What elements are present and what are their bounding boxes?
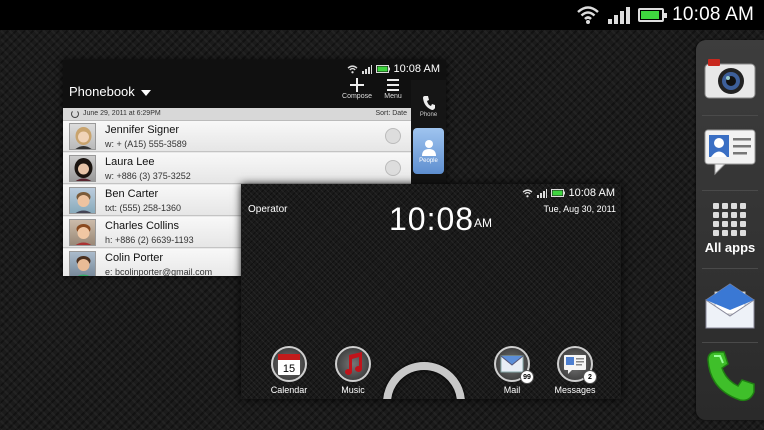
contact-name: Ben Carter	[105, 188, 159, 200]
dock-divider	[702, 115, 758, 116]
camera-icon	[704, 59, 756, 99]
wifi-icon	[522, 188, 532, 197]
music-note-icon	[335, 346, 371, 382]
avatar	[69, 219, 96, 246]
home-screen-window[interactable]: 10:08 AM Operator 10:08 AM Tue, Aug 30, …	[241, 184, 621, 399]
phonebook-header: 10:08 AM Phonebook Compose Menu	[63, 60, 446, 108]
status-time: 10:08 AM	[672, 4, 754, 25]
avatar	[69, 187, 96, 214]
tab-phone[interactable]: Phone	[413, 86, 444, 126]
mini-status-time: 10:08 AM	[393, 63, 440, 75]
calendar-icon: 15	[271, 346, 307, 382]
battery-icon	[638, 8, 668, 22]
app-label: Mail	[503, 385, 521, 395]
battery-fill	[641, 11, 660, 19]
dock-phone-button[interactable]	[696, 350, 764, 404]
mail-badge: 99	[520, 370, 534, 384]
contact-detail: w: +886 (3) 375-3252	[105, 171, 191, 181]
contact-row[interactable]: Jennifer Signer w: + (A15) 555-3589	[63, 121, 411, 152]
messages-icon: 2	[557, 346, 597, 384]
plus-icon	[350, 78, 364, 92]
home-date: Tue, Aug 30, 2011	[543, 204, 616, 214]
avatar	[69, 251, 96, 276]
contact-detail: e: bcolinporter@gmail.com	[105, 267, 213, 276]
envelope-icon	[705, 283, 755, 329]
signal-icon	[361, 64, 372, 74]
messages-badge: 2	[583, 370, 597, 384]
contact-detail: w: + (A15) 555-3589	[105, 139, 187, 149]
all-apps-label: All apps	[704, 240, 756, 255]
app-music[interactable]: Music	[325, 346, 381, 395]
dock-divider	[702, 342, 758, 343]
mini-status-bar: 10:08 AM	[522, 184, 621, 202]
contact-action-button[interactable]	[385, 128, 401, 144]
mini-status-time: 10:08 AM	[568, 187, 615, 199]
app-calendar[interactable]: 15 Calendar	[261, 346, 317, 395]
dock-divider	[702, 190, 758, 191]
menu-icon	[387, 79, 399, 91]
sync-bar: June 29, 2011 at 6:29PM Sort: Date	[63, 108, 411, 121]
sync-date: June 29, 2011 at 6:29PM	[83, 110, 161, 117]
tab-people-label: People	[419, 157, 438, 164]
compose-label: Compose	[342, 93, 372, 100]
dock-camera-button[interactable]	[696, 56, 764, 100]
dock-people-button[interactable]	[696, 128, 764, 176]
dock-mail-button[interactable]	[696, 280, 764, 330]
wifi-icon	[577, 6, 599, 24]
chevron-down-icon	[140, 89, 151, 96]
phone-icon	[707, 351, 755, 402]
contact-card-icon	[704, 129, 756, 176]
contact-detail: h: +886 (2) 6639-1193	[105, 235, 194, 245]
person-icon	[421, 139, 436, 156]
phonebook-title-dropdown[interactable]: Phonebook	[69, 84, 151, 99]
app-label: Messages	[554, 385, 596, 395]
menu-label: Menu	[384, 93, 402, 100]
contact-action-button[interactable]	[385, 160, 401, 176]
avatar	[69, 155, 96, 182]
phone-handset-icon	[422, 95, 435, 110]
calendar-day: 15	[283, 363, 295, 375]
sync-icon	[71, 110, 79, 118]
menu-button[interactable]: Menu	[374, 78, 412, 106]
signal-icon	[608, 6, 631, 24]
avatar	[69, 123, 96, 150]
sort-button[interactable]: Sort: Date	[375, 110, 407, 117]
dock-all-apps-button[interactable]: All apps	[696, 202, 764, 255]
battery-icon	[375, 65, 390, 73]
page-title: Phonebook	[69, 84, 135, 99]
contact-name: Charles Collins	[105, 220, 179, 232]
status-bar: 10:08 AM	[0, 0, 764, 30]
clock-time: 10:08	[389, 201, 475, 237]
contact-name: Jennifer Signer	[105, 124, 179, 136]
operator-label: Operator	[248, 204, 288, 215]
app-messages[interactable]: 2 Messages	[547, 346, 603, 395]
app-label: Music	[341, 385, 365, 395]
quick-launch-dock: All apps	[696, 40, 764, 420]
signal-icon	[536, 188, 547, 198]
tab-people[interactable]: People	[413, 128, 444, 174]
tab-phone-label: Phone	[419, 111, 438, 118]
lock-ring[interactable]	[383, 362, 465, 399]
mail-icon: 99	[494, 346, 534, 384]
compose-button[interactable]: Compose	[338, 78, 376, 106]
app-label: Calendar	[270, 385, 308, 395]
contact-detail: txt: (555) 258-1360	[105, 203, 182, 213]
app-mail[interactable]: 99 Mail	[484, 346, 540, 395]
wifi-icon	[347, 64, 357, 73]
mini-status-bar: 10:08 AM	[347, 60, 446, 78]
status-icons: 10:08 AM	[576, 0, 754, 30]
clock-ampm: AM	[474, 216, 492, 230]
contact-row[interactable]: Laura Lee w: +886 (3) 375-3252	[63, 153, 411, 184]
battery-icon	[550, 189, 565, 197]
contact-name: Colin Porter	[105, 252, 164, 264]
dock-divider	[702, 268, 758, 269]
contact-name: Laura Lee	[105, 156, 155, 168]
grid-icon	[713, 203, 746, 236]
